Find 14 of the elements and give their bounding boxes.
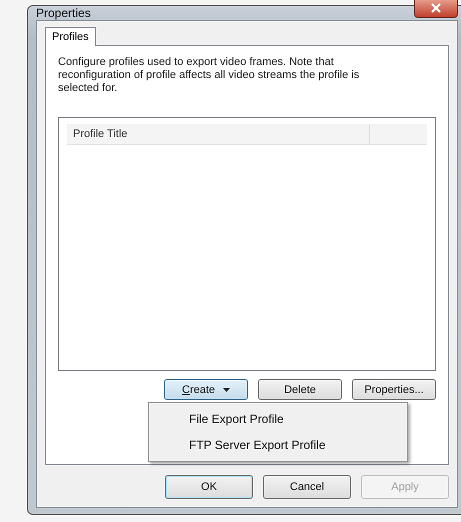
dialog-button[interactable]: Cancel [263,475,351,499]
caret-icon [223,388,230,392]
split-button[interactable]: Create [164,379,248,400]
menu-item[interactable]: File Export Profile [149,406,407,432]
window-title: Properties [36,6,91,20]
menu-item[interactable]: FTP Server Export Profile [149,432,407,458]
tab[interactable]: Profiles [45,27,96,46]
action-button[interactable]: Properties... [352,379,436,400]
profile-list[interactable]: Profile Title [58,117,436,371]
close-button[interactable] [414,0,458,18]
action-button[interactable]: Delete [258,379,342,400]
description-text: Configure profiles used to export video frames. Note that reconfiguration of profile affects all video streams the profile is selected for. [58,56,360,95]
dialog-button[interactable]: OK [165,475,253,499]
close-icon [431,3,441,13]
